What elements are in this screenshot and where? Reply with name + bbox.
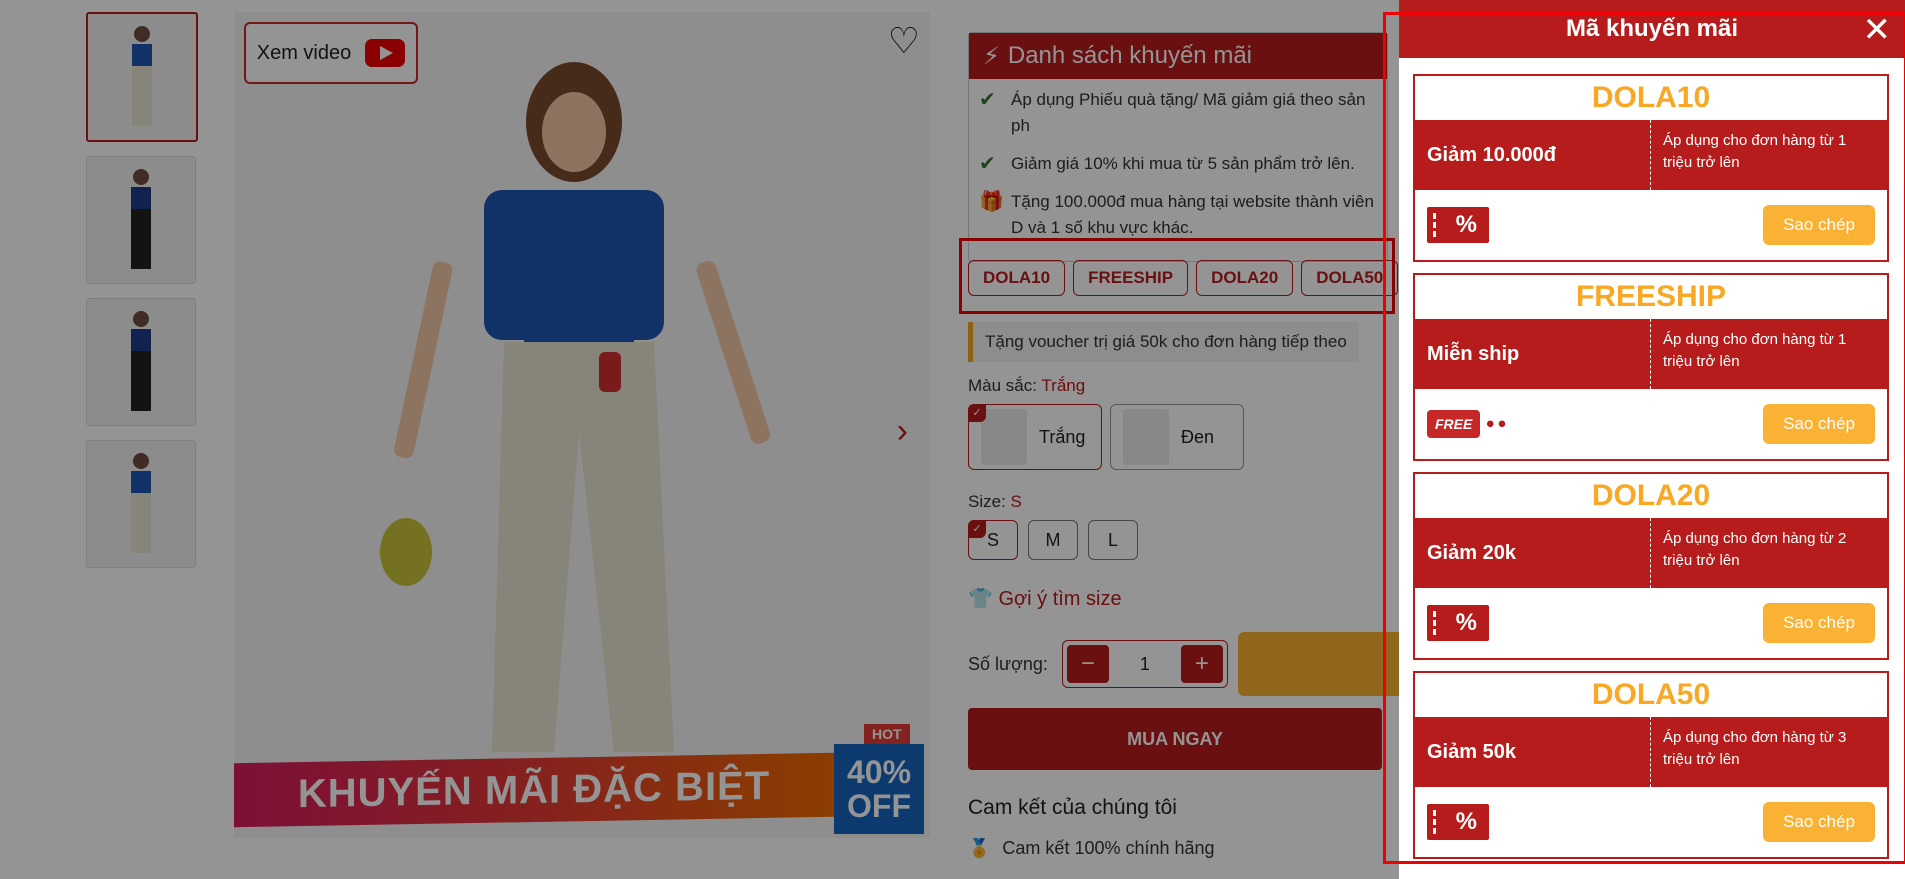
coupon-card: DOLA50 Giảm 50k Áp dụng cho đơn hàng từ … <box>1413 671 1889 859</box>
coupon-list: DOLA10 Giảm 10.000đ Áp dụng cho đơn hàng… <box>1413 74 1889 870</box>
coupon-footer: % Sao chép <box>1415 190 1887 260</box>
ticket-percent-icon: % <box>1427 605 1489 641</box>
coupon-details: Giảm 10.000đ Áp dụng cho đơn hàng từ 1 t… <box>1415 120 1887 190</box>
coupon-value: Giảm 50k <box>1415 717 1651 787</box>
copy-button[interactable]: Sao chép <box>1763 802 1875 842</box>
copy-button[interactable]: Sao chép <box>1763 603 1875 643</box>
free-label: FREE <box>1427 410 1481 438</box>
copy-button[interactable]: Sao chép <box>1763 404 1875 444</box>
coupon-footer: % Sao chép <box>1415 588 1887 658</box>
coupon-condition: Áp dụng cho đơn hàng từ 3 triệu trở lên <box>1663 729 1847 768</box>
coupon-value: Giảm 20k <box>1415 518 1651 588</box>
promo-code-panel: Mã khuyến mãi ✕ DOLA10 Giảm 10.000đ Áp d… <box>1399 0 1905 879</box>
coupon-code: DOLA10 <box>1591 81 1711 114</box>
coupon-details: Giảm 20k Áp dụng cho đơn hàng từ 2 triệu… <box>1415 518 1887 588</box>
coupon-condition: Áp dụng cho đơn hàng từ 1 triệu trở lên <box>1663 331 1847 370</box>
coupon-value: Miễn ship <box>1415 319 1651 389</box>
free-truck-icon: FREE ⚫⚫ <box>1427 410 1508 438</box>
coupon-code: FREESHIP <box>1575 280 1727 313</box>
coupon-code: DOLA50 <box>1591 678 1711 711</box>
product-page: Xem video ♡ › KHUYẾN MÃI ĐẶC BIỆT 40% OF… <box>0 0 1905 879</box>
ticket-percent-icon: % <box>1427 207 1489 243</box>
ticket-percent-icon: % <box>1427 804 1489 840</box>
copy-button[interactable]: Sao chép <box>1763 205 1875 245</box>
coupon-value: Giảm 10.000đ <box>1415 120 1651 190</box>
coupon-condition: Áp dụng cho đơn hàng từ 1 triệu trở lên <box>1663 132 1847 171</box>
coupon-card: FREESHIP Miễn ship Áp dụng cho đơn hàng … <box>1413 273 1889 461</box>
coupon-footer: % Sao chép <box>1415 787 1887 857</box>
wheel-icon: ⚫⚫ <box>1484 415 1508 432</box>
coupon-details: Giảm 50k Áp dụng cho đơn hàng từ 3 triệu… <box>1415 717 1887 787</box>
close-icon[interactable]: ✕ <box>1863 10 1892 50</box>
coupon-card: DOLA20 Giảm 20k Áp dụng cho đơn hàng từ … <box>1413 472 1889 660</box>
panel-header: Mã khuyến mãi ✕ <box>1399 0 1905 58</box>
coupon-condition: Áp dụng cho đơn hàng từ 2 triệu trở lên <box>1663 530 1847 569</box>
coupon-code: DOLA20 <box>1591 479 1711 512</box>
coupon-details: Miễn ship Áp dụng cho đơn hàng từ 1 triệ… <box>1415 319 1887 389</box>
coupon-card: DOLA10 Giảm 10.000đ Áp dụng cho đơn hàng… <box>1413 74 1889 262</box>
coupon-footer: FREE ⚫⚫ Sao chép <box>1415 389 1887 459</box>
panel-title: Mã khuyến mãi <box>1565 15 1739 42</box>
